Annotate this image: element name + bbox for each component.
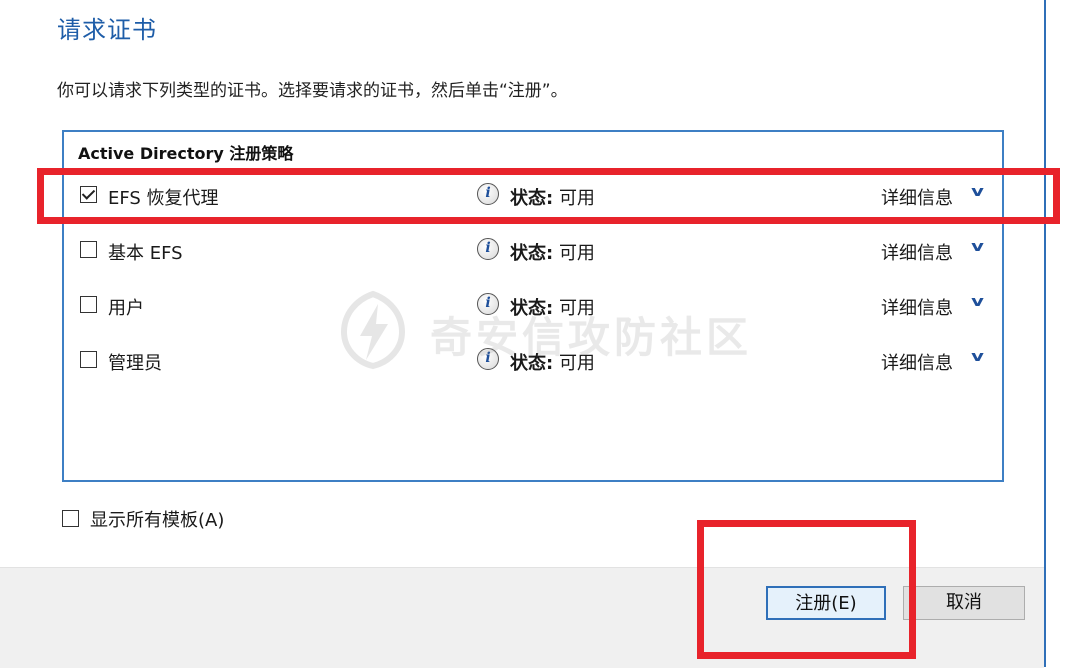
highlight-box-enroll xyxy=(697,520,916,659)
chevron-down-icon[interactable]: v xyxy=(971,294,984,310)
cert-label: 管理员 xyxy=(108,353,162,374)
info-icon: i xyxy=(477,238,499,260)
highlight-box-selected-row xyxy=(37,168,1060,224)
show-all-checkbox[interactable] xyxy=(62,510,79,527)
dialog-title: 请求证书 xyxy=(57,16,157,44)
dialog-description: 你可以请求下列类型的证书。选择要请求的证书，然后单击“注册”。 xyxy=(57,81,568,101)
status-label: 状态: xyxy=(510,243,554,264)
cert-label: 基本 EFS xyxy=(108,243,183,264)
cert-checkbox[interactable] xyxy=(80,296,97,313)
show-all-label: 显示所有模板(A) xyxy=(90,510,225,531)
cert-status: 状态: 可用 xyxy=(510,239,595,265)
cert-label: 用户 xyxy=(108,298,144,319)
cert-row-basic-efs[interactable]: 基本 EFS i 状态: 可用 详细信息 v xyxy=(64,231,1002,271)
dialog-right-border xyxy=(1044,0,1046,667)
cancel-button[interactable]: 取消 xyxy=(903,586,1025,620)
cert-checkbox[interactable] xyxy=(80,241,97,258)
chevron-down-icon[interactable]: v xyxy=(971,349,984,365)
details-link[interactable]: 详细信息 xyxy=(881,349,953,375)
status-value: 可用 xyxy=(558,243,595,264)
details-link[interactable]: 详细信息 xyxy=(881,294,953,320)
details-link[interactable]: 详细信息 xyxy=(881,239,953,265)
watermark-text: 奇安信攻防社区 xyxy=(430,313,753,362)
lightning-shield-icon xyxy=(340,290,406,370)
cert-checkbox[interactable] xyxy=(80,351,97,368)
chevron-down-icon[interactable]: v xyxy=(971,239,984,255)
policy-group-header: Active Directory 注册策略 xyxy=(78,144,294,163)
